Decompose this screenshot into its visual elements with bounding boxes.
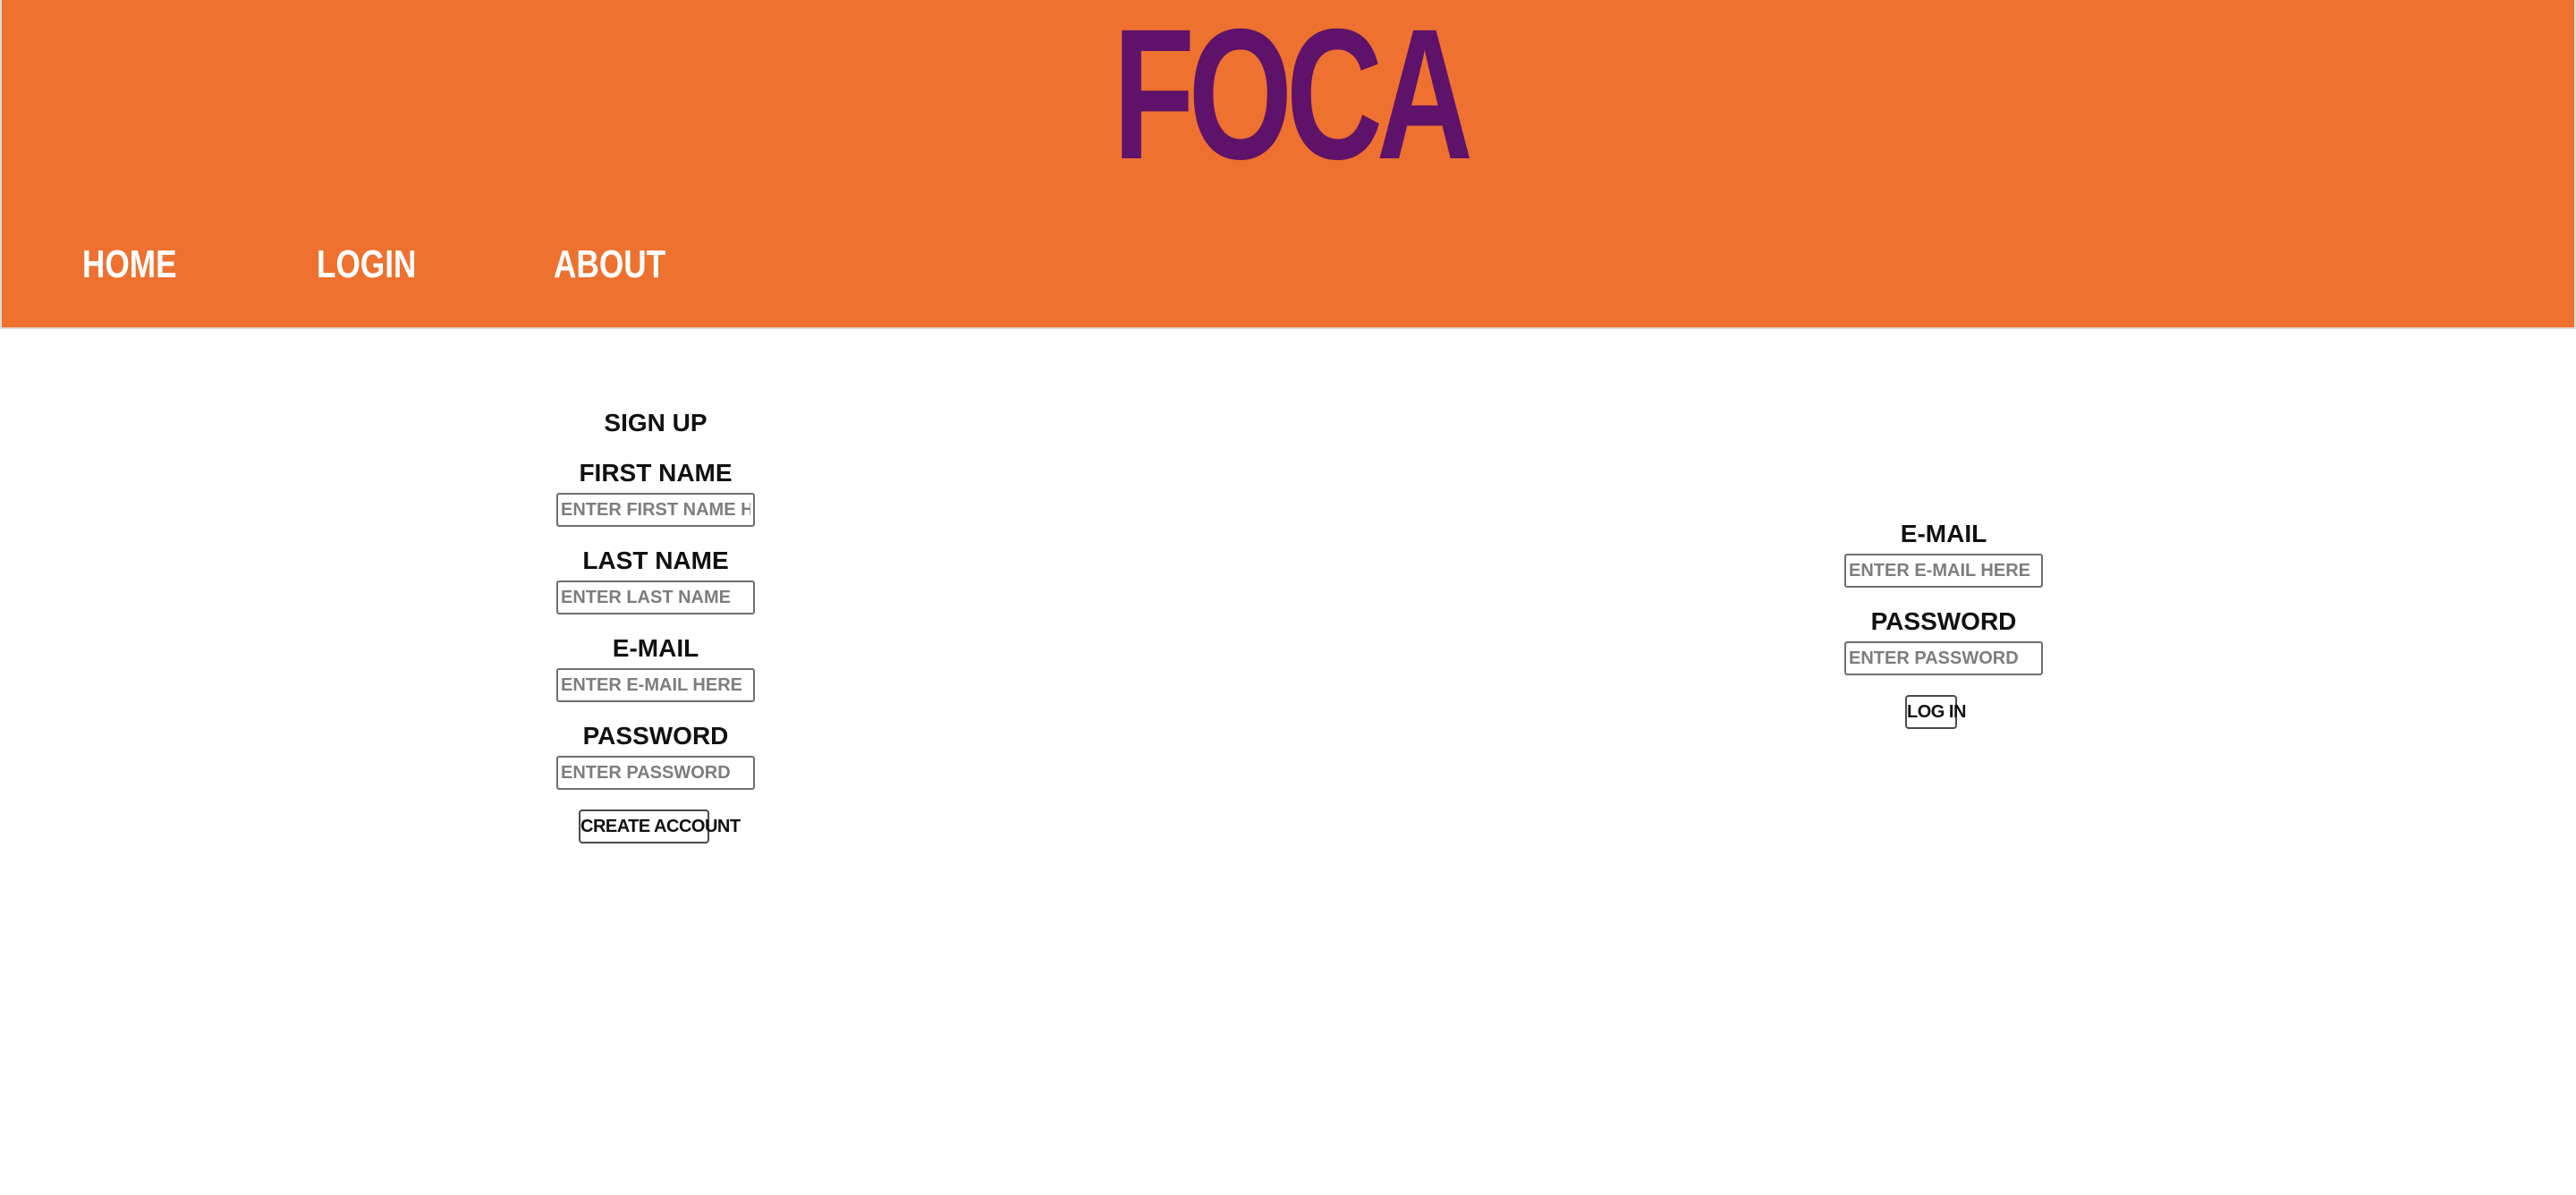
signup-form: SIGN UP FIRST NAME LAST NAME E-MAIL PASS… (556, 403, 755, 850)
signup-password-input[interactable] (556, 756, 755, 790)
create-account-button[interactable]: CREATE ACCOUNT (579, 809, 741, 843)
signup-password-label: PASSWORD (582, 722, 729, 750)
nav-home-link[interactable]: HOME (82, 243, 177, 286)
site-header: FOCA HOME LOGIN ABOUT (0, 0, 2576, 329)
login-email-input[interactable] (1844, 554, 2043, 588)
signup-email-label: E-MAIL (612, 634, 699, 662)
last-name-input[interactable] (556, 581, 755, 614)
nav-login-link[interactable]: LOGIN (317, 243, 416, 286)
login-password-label: PASSWORD (1870, 607, 2017, 635)
first-name-label: FIRST NAME (579, 459, 733, 487)
first-name-input[interactable] (556, 493, 755, 527)
log-in-button[interactable]: LOG IN (1905, 695, 1966, 729)
login-password-input[interactable] (1844, 641, 2043, 675)
last-name-label: LAST NAME (582, 547, 729, 574)
login-email-label: E-MAIL (1900, 520, 1987, 547)
signup-title: SIGN UP (604, 409, 708, 436)
site-logo: FOCA (1113, 0, 1473, 199)
signup-email-input[interactable] (556, 668, 755, 702)
nav-about-link[interactable]: ABOUT (554, 243, 665, 286)
login-form: E-MAIL PASSWORD LOG IN (1844, 519, 2043, 733)
